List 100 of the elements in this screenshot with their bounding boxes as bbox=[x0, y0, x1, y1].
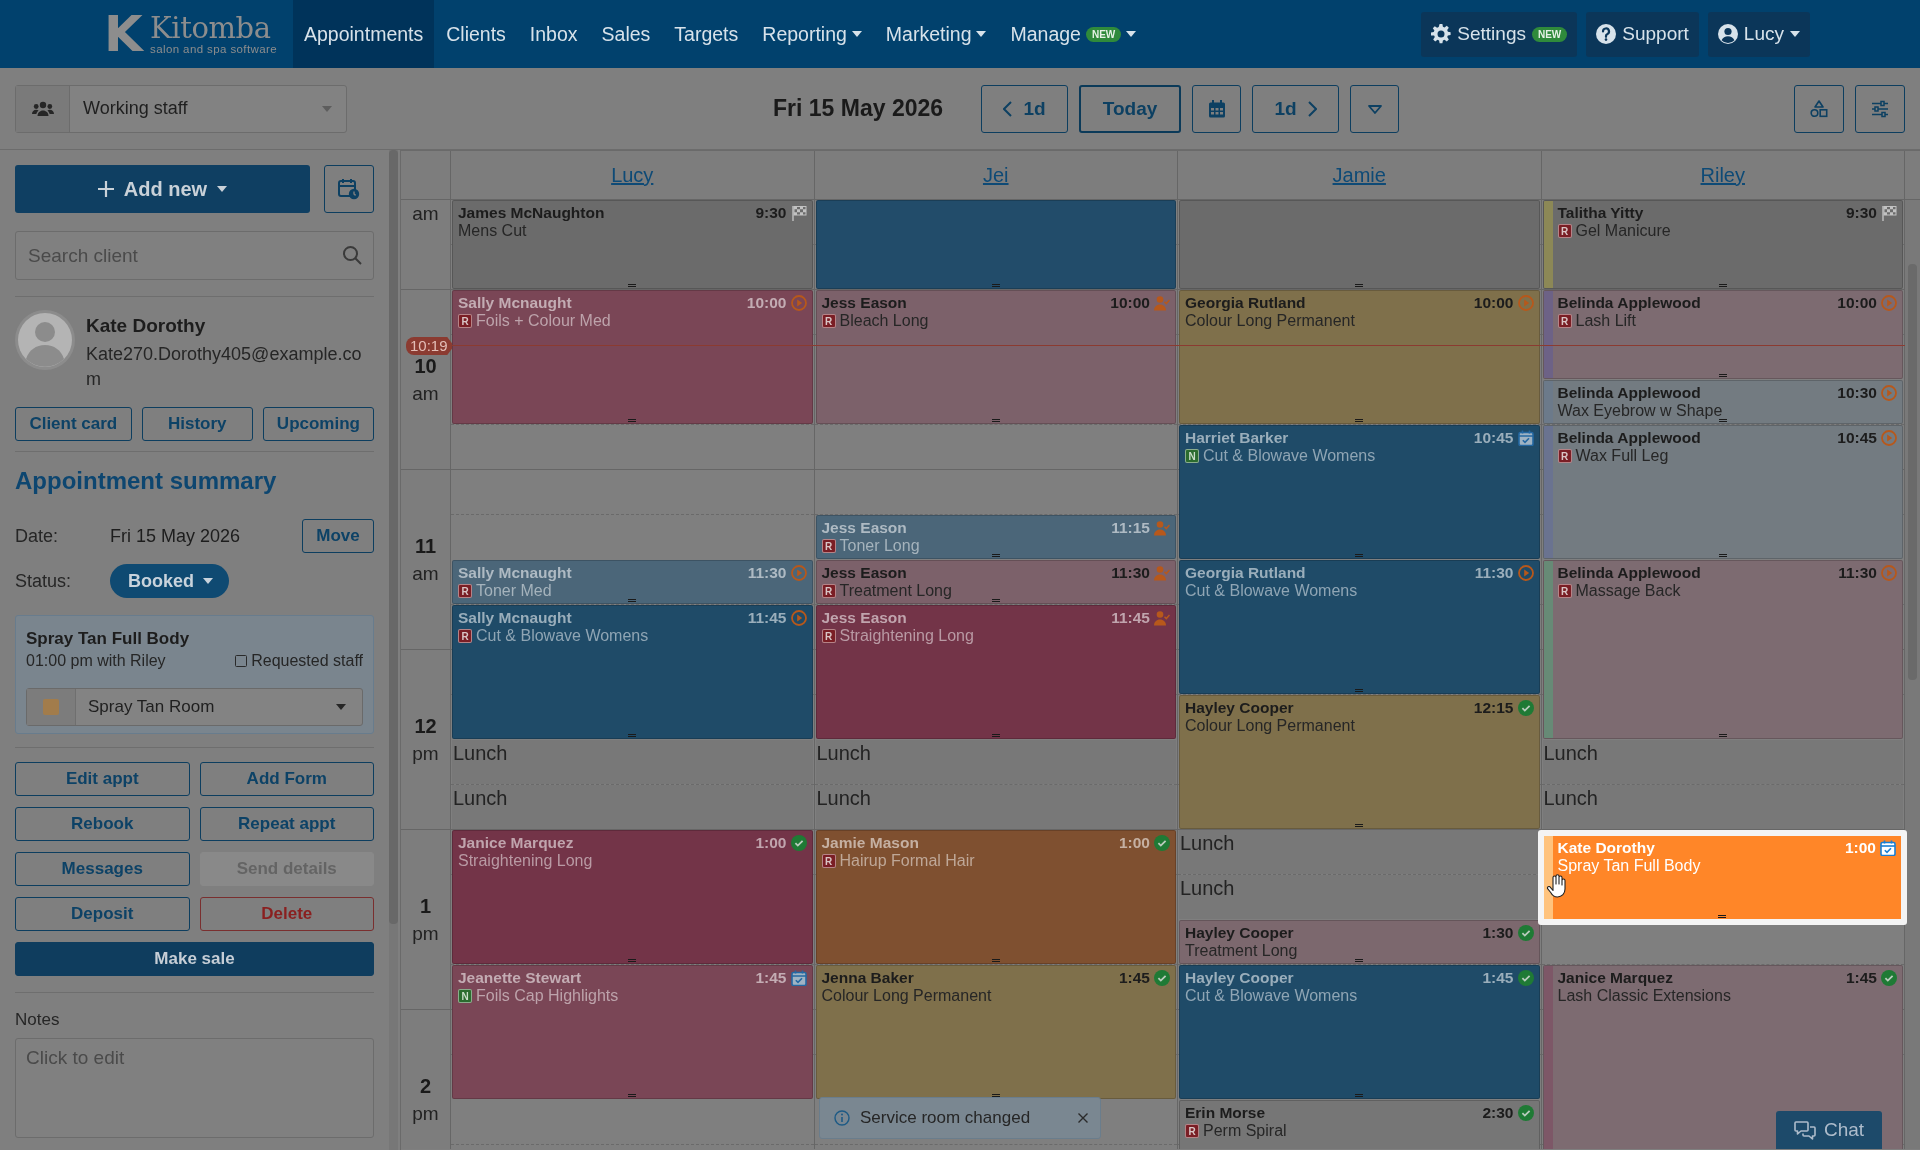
previous-day-button[interactable]: 1d bbox=[981, 84, 1069, 133]
nav-tab[interactable]: Sales bbox=[589, 0, 663, 68]
resources-button[interactable] bbox=[1794, 84, 1844, 133]
resize-handle-icon[interactable] bbox=[991, 959, 1000, 962]
nav-tab[interactable]: Inbox bbox=[517, 0, 590, 68]
resize-handle-icon[interactable] bbox=[1355, 419, 1364, 422]
appointment-block[interactable]: Belinda Applewood 10:45 R Wax Full Leg bbox=[1542, 425, 1903, 559]
staff-name-link[interactable]: Jamie bbox=[1332, 163, 1386, 187]
action-button[interactable]: Edit appt bbox=[15, 762, 190, 796]
appointment-block[interactable]: James McNaughton 9:30 Mens Cut bbox=[452, 200, 813, 289]
resize-handle-icon[interactable] bbox=[1718, 554, 1727, 557]
date-picker-button[interactable] bbox=[1192, 84, 1242, 133]
move-button[interactable]: Move bbox=[302, 519, 374, 553]
appointment-block[interactable]: Janice Marquez 1:00 Straightening Long bbox=[452, 830, 813, 964]
appointment-block[interactable]: Sally Mcnaught 11:30 R Toner Med bbox=[452, 560, 813, 604]
letter-badge: R bbox=[1557, 584, 1572, 598]
nav-tab[interactable]: Marketing bbox=[873, 0, 999, 68]
resize-handle-icon[interactable] bbox=[1355, 1094, 1364, 1097]
resize-handle-icon[interactable] bbox=[991, 419, 1000, 422]
add-new-button[interactable]: Add new bbox=[15, 165, 310, 213]
nav-tab[interactable]: Reporting bbox=[750, 0, 874, 68]
view-settings-button[interactable] bbox=[1855, 84, 1905, 133]
client-action-button[interactable]: Client card bbox=[15, 407, 132, 441]
resize-handle-icon[interactable] bbox=[991, 284, 1000, 287]
support-button[interactable]: Support bbox=[1586, 11, 1699, 57]
resize-handle-icon[interactable] bbox=[1718, 284, 1727, 287]
resize-handle-icon[interactable] bbox=[1718, 374, 1727, 377]
resize-handle-icon[interactable] bbox=[628, 419, 637, 422]
appointment-block[interactable]: Talitha Yitty 9:30 R Gel Manicure bbox=[1542, 200, 1903, 289]
resize-handle-icon[interactable] bbox=[1355, 824, 1364, 827]
resize-handle-icon[interactable] bbox=[1718, 419, 1727, 422]
nav-tab[interactable]: Clients bbox=[434, 0, 518, 68]
resize-handle-icon[interactable] bbox=[1718, 734, 1727, 737]
staff-name-link[interactable]: Riley bbox=[1700, 163, 1745, 187]
resize-handle-icon[interactable] bbox=[1355, 554, 1364, 557]
appointment-block[interactable]: Jeanette Stewart 1:45 N Foils Cap Highlights bbox=[452, 965, 813, 1099]
client-action-button[interactable]: History bbox=[141, 407, 253, 441]
resize-handle-icon[interactable] bbox=[1718, 915, 1727, 918]
resize-handle-icon[interactable] bbox=[1355, 284, 1364, 287]
action-button[interactable]: Rebook bbox=[15, 807, 190, 841]
resize-handle-icon[interactable] bbox=[991, 599, 1000, 602]
action-button[interactable]: Make sale bbox=[15, 942, 374, 976]
appointment-block[interactable]: Belinda Applewood 10:30 Wax Eyebrow w Shape bbox=[1542, 380, 1903, 424]
action-button[interactable]: Repeat appt bbox=[199, 807, 374, 841]
nav-tab[interactable]: Targets bbox=[662, 0, 751, 68]
appointment-block[interactable]: Hayley Cooper 12:15 Colour Long Permanent bbox=[1179, 695, 1540, 829]
staff-name-link[interactable]: Jei bbox=[982, 163, 1009, 187]
period-label: am bbox=[412, 561, 439, 586]
nav-tab[interactable]: Manage NEW bbox=[998, 0, 1149, 68]
appointment-block[interactable]: Jenna Baker 1:45 Colour Long Permanent bbox=[815, 965, 1176, 1099]
staff-name-link[interactable]: Lucy bbox=[611, 163, 654, 187]
appointment-block[interactable]: Jess Eason 11:45 R Straightening Long bbox=[815, 605, 1176, 739]
appointment-block[interactable]: Jess Eason 10:00 R Bleach Long bbox=[815, 290, 1176, 424]
resize-handle-icon[interactable] bbox=[1355, 689, 1364, 692]
service-name: Wax Eyebrow w Shape bbox=[1557, 402, 1723, 420]
appointment-block[interactable]: Sally Mcnaught 10:00 R Foils + Colour Med bbox=[452, 290, 813, 424]
resize-handle-icon[interactable] bbox=[628, 734, 637, 737]
requested-staff-checkbox[interactable]: Requested staff bbox=[235, 650, 363, 672]
appointment-block[interactable]: Hayley Cooper 1:30 Treatment Long bbox=[1179, 920, 1540, 964]
resize-handle-icon[interactable] bbox=[628, 1094, 637, 1097]
today-button[interactable]: Today bbox=[1079, 84, 1182, 133]
appointment-block[interactable]: Jess Eason 11:30 R Treatment Long bbox=[815, 560, 1176, 604]
action-button[interactable]: Add Form bbox=[199, 762, 374, 796]
settings-button[interactable]: Settings NEW bbox=[1421, 11, 1578, 57]
appointment-block[interactable]: Sally Mcnaught 11:45 R Cut & Blowave Womens bbox=[452, 605, 813, 739]
client-action-button[interactable]: Upcoming bbox=[262, 407, 374, 441]
resize-handle-icon[interactable] bbox=[628, 599, 637, 602]
appointment-block[interactable]: Hayley Cooper 1:45 Cut & Blowave Womens bbox=[1179, 965, 1540, 1099]
info-icon bbox=[834, 1110, 850, 1126]
action-button[interactable]: Delete bbox=[199, 897, 374, 931]
resize-handle-icon[interactable] bbox=[628, 284, 637, 287]
search-icon[interactable] bbox=[342, 245, 362, 265]
staff-filter-select[interactable]: Working staff bbox=[15, 84, 347, 133]
appointment-block[interactable]: Harriet Barker 10:45 N Cut & Blowave Womens bbox=[1179, 425, 1540, 559]
action-button[interactable]: Deposit bbox=[15, 897, 190, 931]
resize-handle-icon[interactable] bbox=[991, 554, 1000, 557]
appointment-block[interactable]: Erin Morse 2:30 R Perm Spiral bbox=[1179, 1100, 1540, 1149]
room-select[interactable]: Spray Tan Room bbox=[26, 688, 363, 726]
collapse-button[interactable] bbox=[1350, 84, 1400, 133]
action-button[interactable]: Messages bbox=[15, 852, 190, 886]
chat-button[interactable]: Chat bbox=[1776, 1111, 1882, 1149]
appointment-block[interactable]: Georgia Rutland 10:00 Colour Long Permanent bbox=[1179, 290, 1540, 424]
next-day-button[interactable]: 1d bbox=[1252, 84, 1340, 133]
appointment-block[interactable]: Kate Dorothy 1:00 Spray Tan Full Body bbox=[1537, 830, 1907, 925]
user-menu-button[interactable]: Lucy bbox=[1707, 11, 1810, 57]
client-name: Erin Morse bbox=[1185, 1103, 1266, 1122]
resize-handle-icon[interactable] bbox=[1355, 959, 1364, 962]
resize-handle-icon[interactable] bbox=[991, 734, 1000, 737]
appointment-block[interactable]: Jamie Mason 1:00 R Hairup Formal Hair bbox=[815, 830, 1176, 964]
appointment-block[interactable]: Georgia Rutland 11:30 Cut & Blowave Womens bbox=[1179, 560, 1540, 694]
close-button[interactable] bbox=[1078, 1113, 1088, 1123]
resize-handle-icon[interactable] bbox=[991, 1094, 1000, 1097]
appointment-block[interactable]: Jess Eason 11:15 R Toner Long bbox=[815, 515, 1176, 559]
appointment-block[interactable]: Belinda Applewood 11:30 R Massage Back bbox=[1542, 560, 1903, 739]
status-dropdown[interactable]: Booked bbox=[110, 564, 229, 598]
appointment-block[interactable]: Belinda Applewood 10:00 R Lash Lift bbox=[1542, 290, 1903, 379]
calendar-clock-button[interactable] bbox=[324, 165, 374, 213]
resize-handle-icon[interactable] bbox=[628, 959, 637, 962]
hour-label: 2 bbox=[419, 1073, 432, 1099]
nav-tab[interactable]: Appointments bbox=[293, 0, 435, 68]
